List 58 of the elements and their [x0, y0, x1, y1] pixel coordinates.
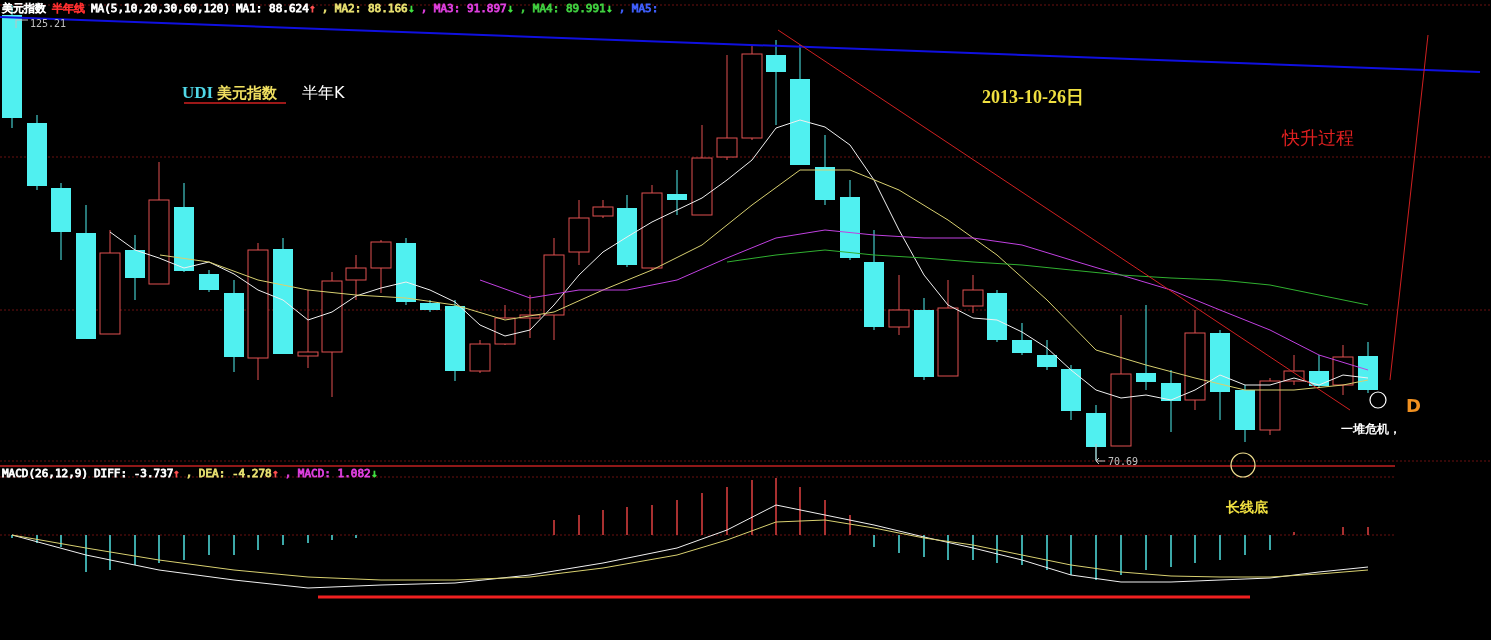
- indicator-value: , MA3: 91.897: [420, 2, 507, 15]
- indicator-value: , MA5:: [618, 2, 659, 15]
- indicator-value: DIFF: -3.737: [94, 467, 174, 480]
- trend-arrow: ↓: [606, 2, 613, 15]
- indicator-value: , MA4: 89.991: [519, 2, 606, 15]
- trend-arrow: ↓: [408, 2, 415, 15]
- indicator-value: , DEA: -4.278: [185, 467, 272, 480]
- candlestick: [494, 304, 516, 346]
- candlestick: [1332, 344, 1354, 396]
- high-marker-icon: [15, 19, 29, 29]
- candlestick: [667, 169, 687, 216]
- candlestick: [1012, 322, 1032, 356]
- candlestick: [370, 239, 392, 294]
- annotation-text: 长线底: [1226, 499, 1268, 515]
- trend-arrow: ↓: [371, 467, 378, 480]
- candlestick: [1037, 339, 1057, 371]
- circle-marker: [1230, 452, 1256, 478]
- trend-arrow: ↑: [272, 467, 279, 480]
- candlestick: [420, 299, 440, 313]
- indicator-value: 美元指数: [2, 2, 46, 15]
- indicator-value: , MACD: 1.082: [284, 467, 371, 480]
- indicator-value: , MA2: 88.166: [321, 2, 408, 15]
- candlestick: [1235, 384, 1255, 443]
- candlestick: [469, 339, 491, 374]
- trend-arrow: ↑: [309, 2, 316, 15]
- candlestick: [1161, 369, 1181, 433]
- indicator-value: 半年线: [52, 2, 85, 15]
- trend-arrow: ↑: [173, 467, 180, 480]
- indicator-value: MA(5,10,20,30,60,120): [91, 2, 231, 15]
- low-marker-icon: [1095, 443, 1106, 465]
- low-price-label: 70.69: [1108, 456, 1139, 467]
- candlestick: [987, 289, 1007, 343]
- candlestick: [199, 269, 219, 293]
- candlestick: [1283, 354, 1305, 386]
- candlestick: [815, 134, 835, 206]
- candlestick: [519, 294, 541, 339]
- candlestick: [396, 237, 416, 306]
- chart-title: UDI 美元指数: [182, 83, 278, 102]
- point-label: D: [1406, 395, 1421, 416]
- trend-arrow: ↓: [507, 2, 514, 15]
- indicator-value: MA1: 88.624: [236, 2, 309, 15]
- candlestick: [1358, 341, 1378, 394]
- candlestick: [888, 274, 910, 336]
- candlestick: [592, 199, 614, 219]
- period-label: 半年K: [302, 83, 345, 102]
- high-price-label: 125.21: [30, 18, 67, 29]
- annotation-text: 快升过程: [1282, 127, 1354, 148]
- candlestick: [568, 199, 590, 266]
- date-label: 2013-10-26日: [982, 87, 1084, 107]
- candlestick: [1309, 354, 1329, 389]
- candlestick: [1259, 377, 1281, 436]
- candlestick: [345, 254, 367, 301]
- circle-marker: [1369, 391, 1387, 409]
- candlestick: [1061, 364, 1081, 421]
- indicator-value: MACD(26,12,9): [2, 467, 89, 480]
- candlestick: [125, 234, 145, 301]
- annotation-text: 一堆危机，: [1341, 422, 1401, 436]
- candlestick: [962, 274, 984, 314]
